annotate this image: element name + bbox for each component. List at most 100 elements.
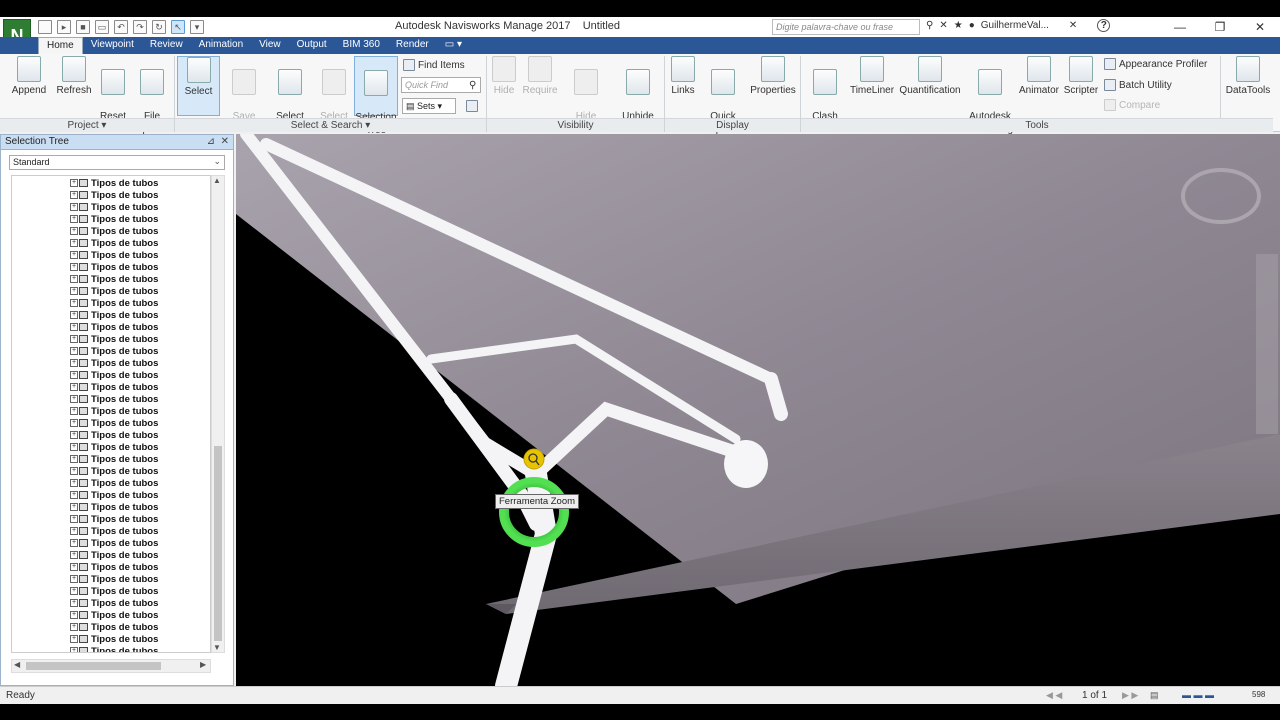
tree-item[interactable]: + Tipos de tubos — [70, 429, 158, 441]
tree-item[interactable]: + Tipos de tubos — [70, 285, 158, 297]
expand-icon[interactable]: + — [70, 203, 78, 211]
page-nav-icons[interactable]: ◀ ◀ — [1046, 690, 1062, 701]
tree-item[interactable]: + Tipos de tubos — [70, 321, 158, 333]
undo-icon[interactable]: ↶ — [114, 20, 128, 34]
tree-item[interactable]: + Tipos de tubos — [70, 189, 158, 201]
open-icon[interactable]: ▸ — [57, 20, 71, 34]
tab-viewpoint[interactable]: Viewpoint — [83, 37, 142, 54]
expand-icon[interactable]: + — [70, 443, 78, 451]
tab-output[interactable]: Output — [289, 37, 335, 54]
tree-item[interactable]: + Tipos de tubos — [70, 381, 158, 393]
expand-icon[interactable]: + — [70, 515, 78, 523]
favorites-star-icon[interactable]: ★ — [954, 20, 963, 31]
expand-icon[interactable]: + — [70, 539, 78, 547]
expand-icon[interactable]: + — [70, 491, 78, 499]
tree-item[interactable]: + Tipos de tubos — [70, 405, 158, 417]
tree-item[interactable]: + Tipos de tubos — [70, 225, 158, 237]
exchange-icon[interactable]: ✕ — [1069, 20, 1077, 31]
expand-icon[interactable]: + — [70, 179, 78, 187]
subscription-icon[interactable]: ✕ — [939, 20, 947, 31]
selection-tree-header[interactable]: Selection Tree ⊿ ✕ — [1, 135, 233, 150]
tree-item[interactable]: + Tipos de tubos — [70, 249, 158, 261]
refresh-icon[interactable]: ↻ — [152, 20, 166, 34]
tree-item[interactable]: + Tipos de tubos — [70, 645, 158, 652]
manage-sets-icon[interactable] — [466, 100, 478, 112]
expand-icon[interactable]: + — [70, 239, 78, 247]
hide-button[interactable]: Hide — [490, 56, 518, 97]
expand-icon[interactable]: + — [70, 383, 78, 391]
minimize-button[interactable]: — — [1160, 17, 1200, 37]
help-search-input[interactable]: Digite palavra-chave ou frase — [772, 19, 920, 35]
tree-item[interactable]: + Tipos de tubos — [70, 573, 158, 585]
quick-find-search-icon[interactable]: ⚲ — [469, 80, 476, 91]
refresh-button[interactable]: Refresh — [54, 56, 94, 97]
tree-item[interactable]: + Tipos de tubos — [70, 201, 158, 213]
tree-item[interactable]: + Tipos de tubos — [70, 525, 158, 537]
scroll-down-icon[interactable]: ▼ — [213, 643, 221, 652]
tab-bim360[interactable]: BIM 360 — [335, 37, 388, 54]
expand-icon[interactable]: + — [70, 431, 78, 439]
tree-item[interactable]: + Tipos de tubos — [70, 549, 158, 561]
batch-utility-button[interactable]: Batch Utility — [1104, 79, 1172, 91]
expand-icon[interactable]: + — [70, 395, 78, 403]
tree-mode-dropdown[interactable]: Standard ⌄ — [9, 155, 225, 170]
tree-vertical-scrollbar[interactable]: ▲ ▼ — [211, 175, 225, 653]
tab-home[interactable]: Home — [38, 37, 83, 54]
quantification-button[interactable]: Quantification — [897, 56, 963, 97]
tree-item[interactable]: + Tipos de tubos — [70, 213, 158, 225]
links-button[interactable]: Links — [668, 56, 698, 97]
tree-item[interactable]: + Tipos de tubos — [70, 345, 158, 357]
expand-icon[interactable]: + — [70, 587, 78, 595]
expand-icon[interactable]: + — [70, 419, 78, 427]
expand-icon[interactable]: + — [70, 299, 78, 307]
expand-icon[interactable]: + — [70, 287, 78, 295]
tree-item[interactable]: + Tipos de tubos — [70, 357, 158, 369]
user-icon[interactable]: ● — [969, 20, 975, 31]
navigation-bar[interactable] — [1256, 254, 1278, 434]
page-next-icons[interactable]: ▶ ▶ — [1122, 690, 1138, 701]
expand-icon[interactable]: + — [70, 467, 78, 475]
scripter-button[interactable]: Scripter — [1062, 56, 1100, 97]
expand-icon[interactable]: + — [70, 263, 78, 271]
expand-icon[interactable]: + — [70, 227, 78, 235]
tree-item[interactable]: + Tipos de tubos — [70, 417, 158, 429]
pin-icon[interactable]: ⊿ — [207, 136, 215, 147]
expand-icon[interactable]: + — [70, 335, 78, 343]
ribbon-options-icon[interactable]: ▭ ▾ — [437, 37, 470, 54]
expand-icon[interactable]: + — [70, 575, 78, 583]
find-items-button[interactable]: Find Items — [403, 59, 465, 71]
scroll-thumb[interactable] — [214, 446, 222, 641]
tree-item[interactable]: + Tipos de tubos — [70, 333, 158, 345]
tab-view[interactable]: View — [251, 37, 289, 54]
panel-close-icon[interactable]: ✕ — [221, 136, 229, 147]
expand-icon[interactable]: + — [70, 503, 78, 511]
expand-icon[interactable]: + — [70, 623, 78, 631]
expand-icon[interactable]: + — [70, 635, 78, 643]
tree-item[interactable]: + Tipos de tubos — [70, 513, 158, 525]
animator-button[interactable]: Animator — [1016, 56, 1062, 97]
3d-viewport[interactable]: Ferramenta Zoom — [236, 134, 1280, 686]
project-group-label[interactable]: Project ▾ — [0, 118, 174, 132]
tree-item[interactable]: + Tipos de tubos — [70, 633, 158, 645]
tree-item[interactable]: + Tipos de tubos — [70, 369, 158, 381]
tree-item[interactable]: + Tipos de tubos — [70, 621, 158, 633]
append-button[interactable]: Append — [8, 56, 50, 97]
scroll-right-icon[interactable]: ▶ — [200, 660, 206, 669]
user-name[interactable]: GuilhermeVal... — [981, 20, 1049, 31]
properties-button[interactable]: Properties — [748, 56, 798, 97]
expand-icon[interactable]: + — [70, 347, 78, 355]
expand-icon[interactable]: + — [70, 611, 78, 619]
datatools-button[interactable]: DataTools — [1224, 56, 1272, 97]
tree-item[interactable]: + Tipos de tubos — [70, 501, 158, 513]
expand-icon[interactable]: + — [70, 599, 78, 607]
expand-icon[interactable]: + — [70, 527, 78, 535]
selection-tree-button[interactable]: Selection Tree — [354, 56, 398, 136]
tree-item[interactable]: + Tipos de tubos — [70, 477, 158, 489]
customize-qat-icon[interactable]: ▾ — [190, 20, 204, 34]
tree-item[interactable]: + Tipos de tubos — [70, 537, 158, 549]
expand-icon[interactable]: + — [70, 479, 78, 487]
tree-item[interactable]: + Tipos de tubos — [70, 597, 158, 609]
tree-item[interactable]: + Tipos de tubos — [70, 261, 158, 273]
sheet-browser-icon[interactable]: ▤ — [1150, 690, 1159, 701]
expand-icon[interactable]: + — [70, 311, 78, 319]
